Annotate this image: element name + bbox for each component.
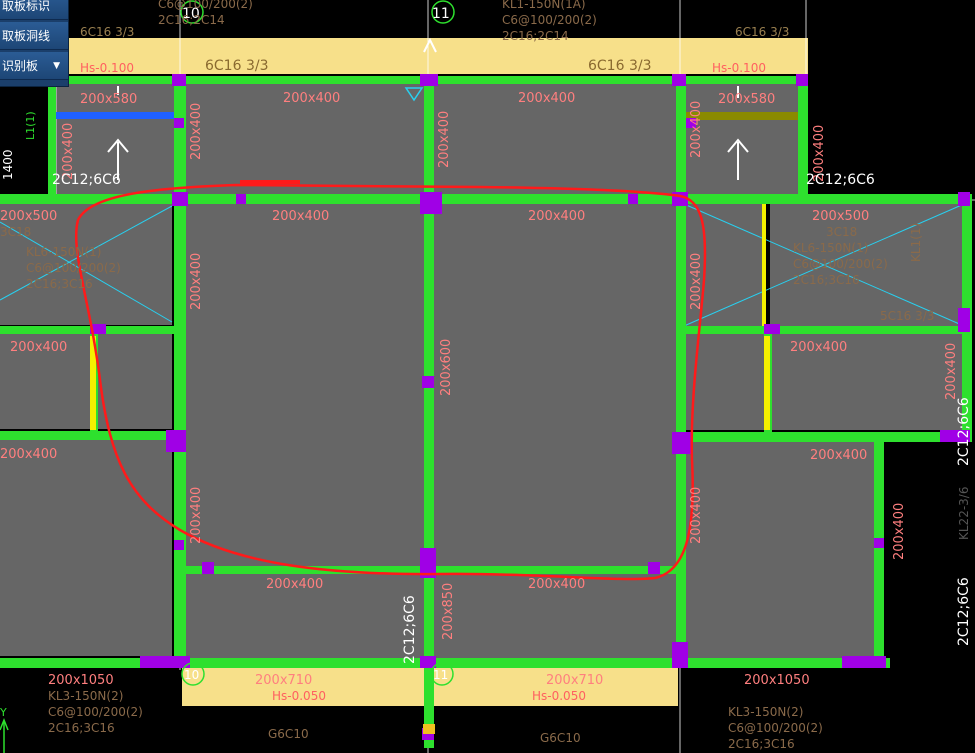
elevation-label: Hs-0.100 bbox=[712, 61, 766, 75]
rebar-label: KL1-150N(1A) bbox=[502, 0, 586, 11]
beam-label: 200x710 bbox=[546, 673, 603, 688]
rebar-label: G6C10 bbox=[540, 731, 581, 745]
rebar-label: 6C16 3/3 bbox=[735, 25, 789, 39]
beam-label: 200x500 bbox=[0, 209, 57, 224]
beam-label-vertical: 200x600 bbox=[439, 339, 454, 396]
rebar-label-vertical: 1400 bbox=[1, 149, 15, 180]
beam-label: 200x400 bbox=[283, 91, 340, 106]
beam-label-vertical: 200x850 bbox=[441, 583, 456, 640]
rebar-label: 3C18 bbox=[0, 225, 31, 239]
beam-label: 200x1050 bbox=[48, 673, 114, 688]
rebar-label: 5C16 3/3 bbox=[880, 309, 934, 323]
bottom-tag bbox=[423, 724, 435, 734]
beam-label: 200x580 bbox=[718, 92, 775, 107]
beam-label-vertical: 200x400 bbox=[689, 253, 704, 310]
rebar-label: 2C12;6C6 bbox=[52, 172, 121, 188]
beam-label-vertical: 200x400 bbox=[189, 487, 204, 544]
beam-label-vertical: 200x400 bbox=[689, 487, 704, 544]
axis-label-11-bottom: 11 bbox=[433, 668, 448, 682]
recognize-slab-button[interactable]: 识别板 ▼ bbox=[0, 52, 68, 80]
rebar-label: KL6-150N(1) bbox=[26, 245, 101, 259]
beam-label-vertical: 200x400 bbox=[189, 103, 204, 160]
toolbar-label: 取板洞线 bbox=[2, 29, 51, 43]
rebar-label: 2C16;2C14 bbox=[502, 29, 569, 43]
rebar-label-vertical: 2C12;6C6 bbox=[956, 577, 972, 646]
beam-label-vertical: 200x400 bbox=[892, 503, 907, 560]
rebar-label-vertical: L1(1) bbox=[24, 111, 37, 140]
rebar-label: 6C16 3/3 bbox=[205, 58, 268, 74]
beam-label: 200x400 bbox=[266, 577, 323, 592]
beam-label: 200x400 bbox=[528, 209, 585, 224]
rebar-label-vertical: 2C12;6C6 bbox=[402, 595, 418, 664]
rebar-label: 2C12;6C6 bbox=[806, 172, 875, 188]
rebar-label: 6C16 3/3 bbox=[80, 25, 134, 39]
rebar-label: C6@100/200(2) bbox=[793, 257, 888, 271]
rebar-label: KL3-150N(2) bbox=[48, 689, 123, 703]
beam-label: 200x580 bbox=[80, 92, 137, 107]
rebar-label: C6@100/200(2) bbox=[158, 0, 253, 11]
rebar-label: 6C16 3/3 bbox=[588, 58, 651, 74]
rebar-label-vertical: KL22-3/6 bbox=[957, 487, 971, 540]
toolbar-panel: 取板标识 取板洞线 识别板 ▼ bbox=[0, 0, 69, 87]
toolbar-label: 取板标识 bbox=[2, 0, 51, 13]
beam-label: 200x400 bbox=[518, 91, 575, 106]
axis-label-10-bottom: 10 bbox=[184, 668, 199, 682]
cad-drawing-canvas[interactable]: 10 11 10 11 Y 200x580 200x400 200x400 20… bbox=[0, 0, 975, 753]
rebar-label: 2C16;3C16 bbox=[26, 277, 93, 291]
rebar-label: G6C10 bbox=[268, 727, 309, 741]
rebar-label: KL6-150N(1) bbox=[793, 241, 868, 255]
beam-label: 200x400 bbox=[272, 209, 329, 224]
rebar-label: 2C16;3C16 bbox=[728, 737, 795, 751]
beam-label: 200x1050 bbox=[744, 673, 810, 688]
rebar-label: C6@100/200(2) bbox=[26, 261, 121, 275]
rebar-label: C6@100/200(2) bbox=[502, 13, 597, 27]
axis-label-11-top: 11 bbox=[432, 6, 450, 22]
beam-label-vertical: 200x400 bbox=[437, 111, 452, 168]
beam-label: 200x500 bbox=[812, 209, 869, 224]
rebar-label: 2C16;2C14 bbox=[158, 13, 225, 27]
toolbar-label: 识别板 bbox=[2, 59, 39, 73]
ucs-y-label: Y bbox=[0, 706, 7, 719]
ucs-icon bbox=[0, 717, 9, 753]
rebar-label: 2C16;3C16 bbox=[48, 721, 115, 735]
rebar-label: KL3-150N(2) bbox=[728, 705, 803, 719]
chevron-down-icon[interactable]: ▼ bbox=[53, 52, 60, 79]
beam-label: 200x400 bbox=[0, 447, 57, 462]
beam-label: 200x400 bbox=[528, 577, 585, 592]
beam-label: 200x400 bbox=[810, 448, 867, 463]
rebar-label: 3C18 bbox=[826, 225, 857, 239]
take-slab-marker-button[interactable]: 取板标识 bbox=[0, 0, 68, 20]
rebar-label-vertical: 2C12;6C6 bbox=[956, 397, 972, 466]
beam-label-vertical: 200x400 bbox=[689, 101, 704, 158]
rebar-label: C6@100/200(2) bbox=[48, 705, 143, 719]
beam-label: 200x400 bbox=[10, 340, 67, 355]
elevation-label: Hs-0.100 bbox=[80, 61, 134, 75]
rebar-label: 2C16;3C16 bbox=[793, 273, 860, 287]
rebar-label: C6@100/200(2) bbox=[728, 721, 823, 735]
beam-label-vertical: 200x400 bbox=[189, 253, 204, 310]
rebar-label-vertical: KL1(1) bbox=[909, 223, 923, 262]
take-slab-hole-line-button[interactable]: 取板洞线 bbox=[0, 22, 68, 50]
elevation-label: Hs-0.050 bbox=[532, 689, 586, 703]
elevation-label: Hs-0.050 bbox=[272, 689, 326, 703]
beam-label: 200x710 bbox=[255, 673, 312, 688]
beam-label-vertical: 200x400 bbox=[944, 343, 959, 400]
beam-label: 200x400 bbox=[790, 340, 847, 355]
